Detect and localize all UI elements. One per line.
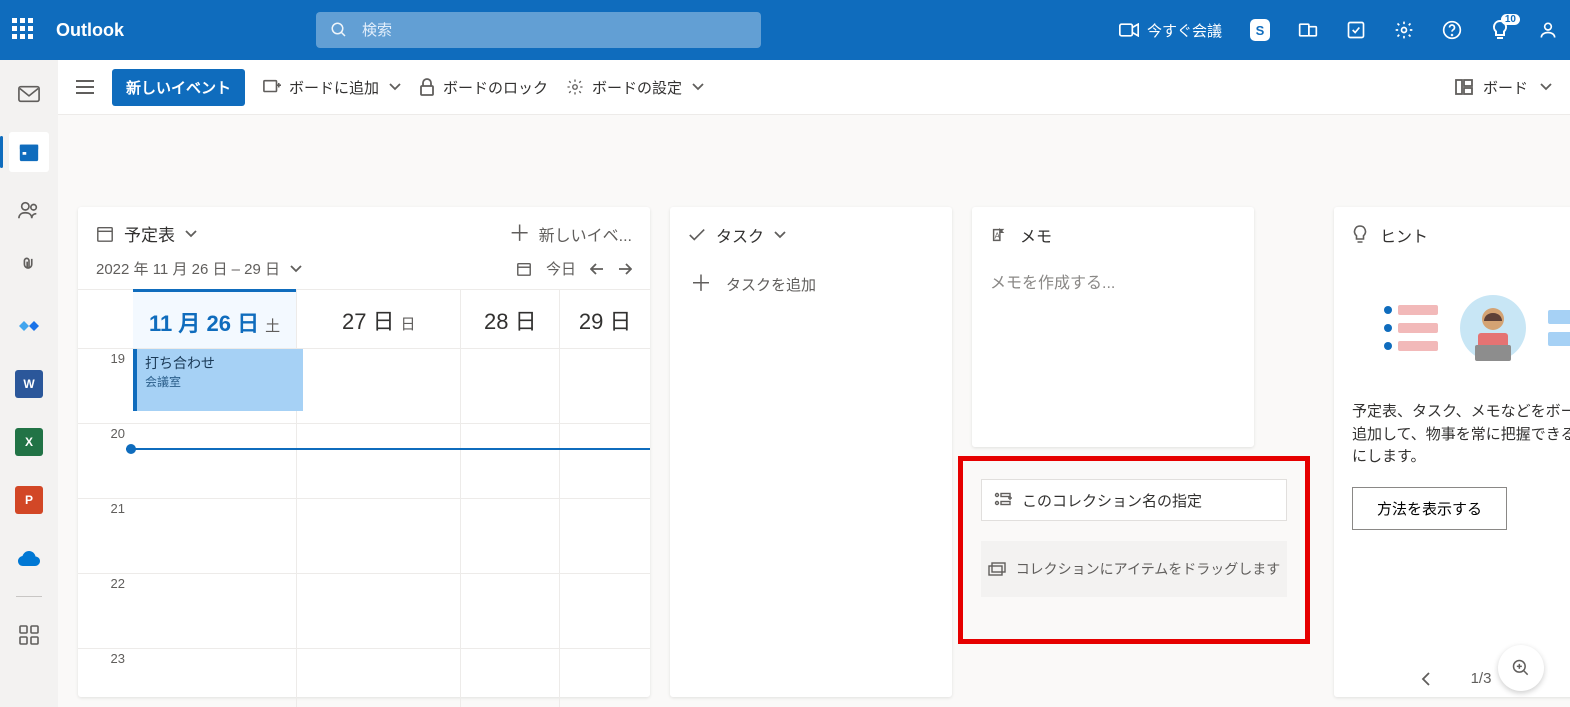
- date-range-picker[interactable]: 2022 年 11 月 26 日 – 29 日: [96, 258, 302, 279]
- calendar-card[interactable]: 予定表 ＋ 新しいイベ... 2022 年 11 月 26 日 – 29 日 今…: [78, 207, 650, 697]
- prev-page-icon[interactable]: [1421, 672, 1431, 686]
- view-switcher[interactable]: ボード: [1455, 77, 1552, 98]
- calendar-day-headers: 11 月 26 日土 27 日日 28 日 29 日: [78, 289, 650, 348]
- hint-illustration: [1334, 263, 1570, 393]
- day-header[interactable]: 28 日: [460, 290, 559, 348]
- app-header: Outlook 今すぐ会議 S 10: [0, 0, 1570, 60]
- board-view-icon: [1455, 79, 1473, 95]
- rail-mail[interactable]: [9, 74, 49, 114]
- chevron-down-icon: [774, 231, 786, 239]
- calendar-new-event-link[interactable]: ＋ 新しいイベ...: [509, 222, 632, 246]
- new-event-button[interactable]: 新しいイベント: [112, 69, 245, 106]
- lightbulb-icon: [1352, 225, 1368, 245]
- rail-more-apps[interactable]: [9, 615, 49, 655]
- nav-toggle-icon[interactable]: [76, 80, 94, 94]
- hint-body: 予定表、タスク、メモなどをボードに追加して、物事を常に把握できるようにします。: [1334, 393, 1570, 483]
- add-board-icon: [263, 79, 281, 95]
- avatar-illustration: [1458, 293, 1528, 363]
- tasks-card[interactable]: タスク ＋ タスクを追加: [670, 207, 952, 697]
- app-title: Outlook: [56, 20, 124, 41]
- chevron-down-icon: [185, 230, 197, 238]
- search-box[interactable]: [316, 12, 761, 48]
- memo-title: A メモ: [972, 207, 1254, 263]
- calendar-grid[interactable]: 19 20 21 22 23 打ち合わせ 会議室: [78, 348, 650, 707]
- lock-icon: [419, 78, 435, 96]
- app-launcher-icon[interactable]: [12, 18, 36, 42]
- today-button[interactable]: 今日: [546, 258, 576, 279]
- page-indicator: 1/3: [1471, 670, 1492, 687]
- collection-icon: [994, 492, 1012, 508]
- svg-text:A: A: [995, 232, 1001, 241]
- calendar-title[interactable]: 予定表: [96, 221, 197, 246]
- search-input[interactable]: [362, 22, 747, 39]
- plus-icon: ＋: [509, 223, 531, 245]
- tasks-title[interactable]: タスク: [670, 207, 952, 263]
- collection-name-input[interactable]: このコレクション名の指定: [981, 479, 1287, 521]
- collection-drop-zone[interactable]: コレクションにアイテムをドラッグします: [981, 541, 1287, 597]
- tips-icon[interactable]: 10: [1490, 20, 1510, 40]
- search-icon: [330, 21, 348, 39]
- gear-icon: [566, 78, 584, 96]
- hour-label: 23: [78, 649, 133, 707]
- day-header[interactable]: 11 月 26 日土: [133, 289, 296, 348]
- day-header[interactable]: 27 日日: [296, 290, 460, 348]
- zoom-in-button[interactable]: [1498, 645, 1544, 691]
- note-icon: A: [990, 226, 1008, 244]
- hour-label: 22: [78, 574, 133, 648]
- meet-now-button[interactable]: 今すぐ会議: [1119, 20, 1222, 41]
- collection-card-highlight: このコレクション名の指定 コレクションにアイテムをドラッグします: [958, 456, 1310, 644]
- rail-excel[interactable]: X: [9, 422, 49, 462]
- hint-show-how-button[interactable]: 方法を表示する: [1352, 487, 1507, 530]
- skype-icon[interactable]: S: [1250, 20, 1270, 40]
- command-bar: 新しいイベント ボードに追加 ボードのロック ボードの設定 ボード: [58, 60, 1570, 115]
- memo-create-input[interactable]: メモを作成する...: [972, 263, 1254, 299]
- calendar-event[interactable]: 打ち合わせ 会議室: [133, 349, 303, 411]
- board-settings-button[interactable]: ボードの設定: [566, 77, 704, 98]
- chevron-down-icon: [290, 265, 302, 273]
- next-arrow-icon[interactable]: [618, 263, 632, 275]
- teams-icon[interactable]: [1298, 20, 1318, 40]
- rail-divider: [16, 596, 42, 597]
- hour-label: 19: [78, 349, 133, 423]
- video-icon: [1119, 23, 1139, 37]
- hour-label: 21: [78, 499, 133, 573]
- zoom-in-icon: [1511, 658, 1531, 678]
- account-icon[interactable]: [1538, 20, 1558, 40]
- rail-people[interactable]: [9, 190, 49, 230]
- left-rail: W X P: [0, 60, 58, 707]
- todo-icon[interactable]: [1346, 20, 1366, 40]
- hint-card: ヒント 予定表、タスク、メモなどをボードに追加して、物事を常に把握できるようにし…: [1334, 207, 1570, 697]
- hour-label: 20: [78, 424, 133, 498]
- stack-icon: [988, 562, 1006, 576]
- memo-card[interactable]: A メモ メモを作成する...: [972, 207, 1254, 447]
- hint-title: ヒント: [1334, 207, 1570, 263]
- day-header[interactable]: 29 日: [559, 290, 650, 348]
- rail-onedrive[interactable]: [9, 538, 49, 578]
- rail-todo[interactable]: [9, 306, 49, 346]
- now-indicator-dot: [126, 444, 136, 454]
- chevron-down-icon: [692, 83, 704, 91]
- chevron-down-icon: [389, 83, 401, 91]
- calendar-icon: [96, 225, 114, 243]
- add-task-button[interactable]: ＋ タスクを追加: [670, 263, 952, 305]
- rail-calendar[interactable]: [9, 132, 49, 172]
- now-indicator: [126, 448, 650, 450]
- notification-badge: 10: [1501, 14, 1520, 25]
- lock-board-button[interactable]: ボードのロック: [419, 77, 548, 98]
- rail-powerpoint[interactable]: P: [9, 480, 49, 520]
- settings-icon[interactable]: [1394, 20, 1414, 40]
- plus-icon: ＋: [690, 273, 712, 295]
- rail-word[interactable]: W: [9, 364, 49, 404]
- add-to-board-button[interactable]: ボードに追加: [263, 77, 401, 98]
- rail-files[interactable]: [9, 248, 49, 288]
- board-canvas[interactable]: 予定表 ＋ 新しいイベ... 2022 年 11 月 26 日 – 29 日 今…: [58, 115, 1570, 707]
- check-icon: [688, 227, 706, 243]
- help-icon[interactable]: [1442, 20, 1462, 40]
- today-icon[interactable]: [516, 261, 532, 277]
- chevron-down-icon: [1540, 83, 1552, 91]
- prev-arrow-icon[interactable]: [590, 263, 604, 275]
